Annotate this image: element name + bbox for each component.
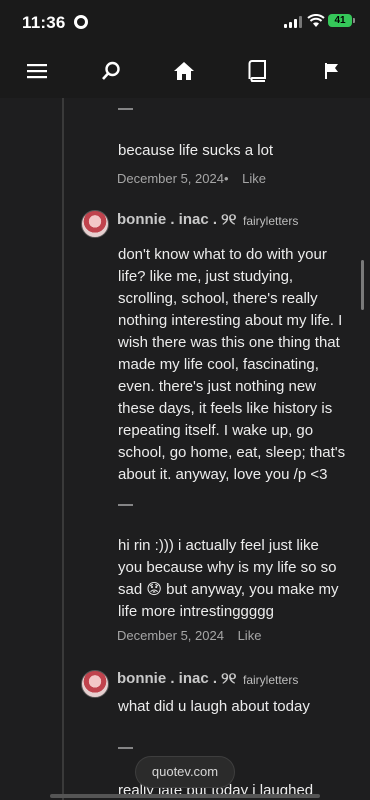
site-pill[interactable]: quotev.com bbox=[135, 756, 235, 788]
comment-divider: — bbox=[118, 496, 133, 513]
reply-line: sad 😟 but anyway, you make my bbox=[118, 581, 339, 598]
battery-icon: 41 bbox=[328, 14, 355, 27]
signal-icon bbox=[284, 16, 302, 28]
status-bar: 11:36 41 bbox=[0, 0, 370, 44]
comment-thread: — because life sucks a lot December 5, 2… bbox=[0, 98, 370, 800]
status-time: 11:36 bbox=[22, 13, 66, 32]
comment-line: even. there's just nothing new bbox=[118, 378, 316, 395]
username[interactable]: bonnie . inac . ୨୧ bbox=[117, 670, 236, 687]
comment-line: life? like me, just studying, bbox=[118, 268, 294, 285]
comment-line: nothing interesting about my life. I bbox=[118, 312, 343, 329]
comment-text: what did u laugh about today bbox=[118, 698, 310, 715]
menu-icon[interactable] bbox=[23, 57, 51, 85]
comment-text: because life sucks a lot bbox=[118, 142, 274, 159]
like-button[interactable]: Like bbox=[238, 628, 262, 643]
comment-date: December 5, 2024 bbox=[117, 628, 224, 643]
wifi-icon bbox=[307, 14, 325, 27]
comment-line: don't know what to do with your bbox=[118, 246, 327, 263]
comment-line: wish there was this one thing that bbox=[118, 334, 340, 351]
reply-text: hi rin :))) i actually feel just like yo… bbox=[118, 535, 360, 623]
comment-meta: December 5, 2024• Like bbox=[117, 171, 266, 186]
comment-text: don't know what to do with your life? li… bbox=[118, 244, 360, 486]
search-icon[interactable] bbox=[97, 57, 125, 85]
book-icon[interactable] bbox=[243, 57, 271, 85]
avatar[interactable] bbox=[81, 670, 109, 698]
home-icon[interactable] bbox=[170, 57, 198, 85]
like-button[interactable]: Like bbox=[242, 171, 266, 186]
comment-line: made my life cool, fascinating, bbox=[118, 356, 319, 373]
home-indicator bbox=[50, 794, 320, 798]
focus-icon bbox=[74, 15, 88, 29]
top-nav bbox=[0, 44, 370, 98]
comment-line: these days, it feels like history is bbox=[118, 400, 333, 417]
reply-line: you because why is my life so so bbox=[118, 559, 337, 576]
user-handle[interactable]: fairyletters bbox=[243, 673, 298, 687]
flag-icon[interactable] bbox=[318, 57, 346, 85]
scrollbar[interactable] bbox=[361, 260, 364, 310]
comment-line: school, go home, eat, sleep; that's bbox=[118, 444, 346, 461]
avatar[interactable] bbox=[81, 210, 109, 238]
comment-line: about it. anyway, love you /p <3 bbox=[118, 466, 328, 483]
comment-line: scrolling, school, there's really bbox=[118, 290, 318, 307]
thread-line bbox=[62, 98, 64, 800]
comment-divider: — bbox=[118, 100, 133, 117]
username[interactable]: bonnie . inac . ୨୧ bbox=[117, 211, 236, 228]
user-handle[interactable]: fairyletters bbox=[243, 214, 298, 228]
reply-line: life more intrestinggggg bbox=[118, 603, 274, 620]
comment-line: repeating itself. I wake up, go bbox=[118, 422, 314, 439]
comment-meta: December 5, 2024 Like bbox=[117, 628, 261, 643]
reply-line: hi rin :))) i actually feel just like bbox=[118, 537, 319, 554]
comment-date: December 5, 2024 bbox=[117, 171, 224, 186]
dot-separator: • bbox=[223, 171, 229, 186]
